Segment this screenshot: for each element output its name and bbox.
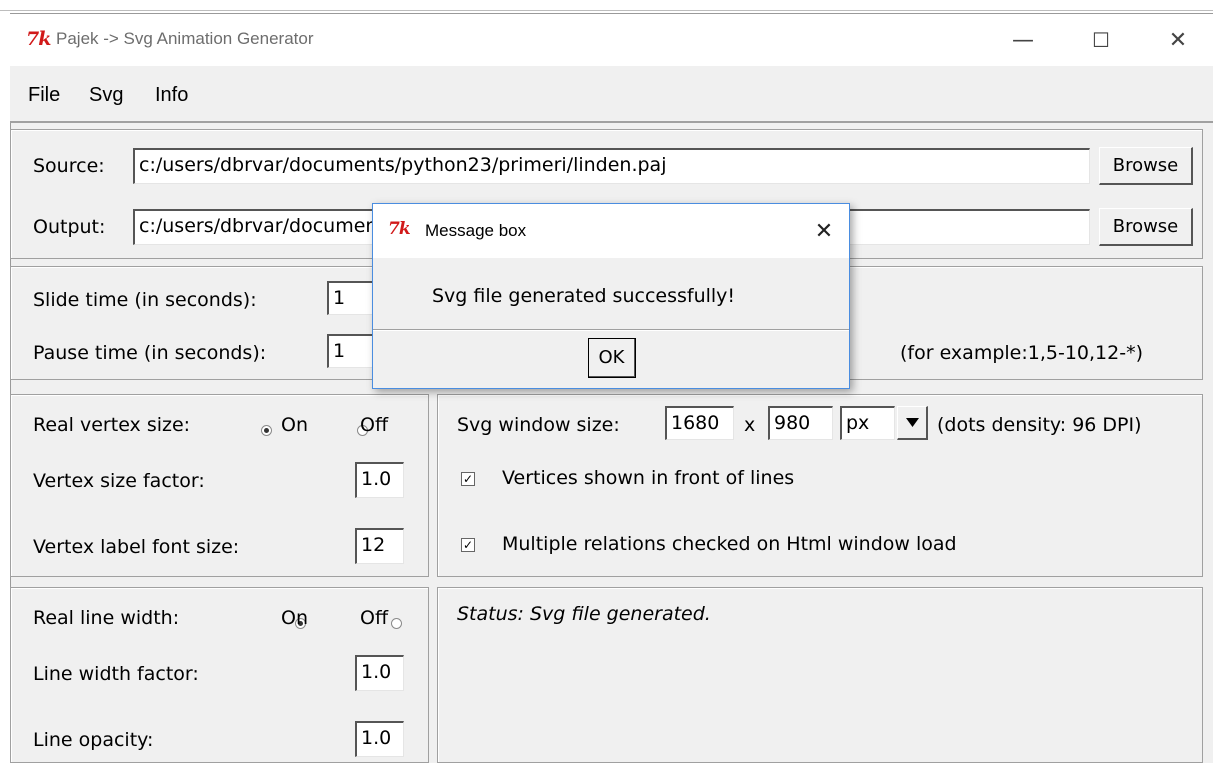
vertex-size-factor-input[interactable]: 1.0: [355, 462, 404, 498]
line-width-on-label: On: [281, 607, 308, 629]
vertex-font-size-input[interactable]: 12: [355, 528, 404, 564]
background-window-edge: [0, 0, 1213, 14]
tk-logo-icon: 7k: [26, 28, 51, 50]
svg-window-size-label: Svg window size:: [457, 414, 620, 436]
source-browse-button[interactable]: Browse: [1099, 147, 1193, 185]
vertex-size-factor-label: Vertex size factor:: [33, 470, 205, 492]
menu-info[interactable]: Info: [155, 84, 188, 107]
check-icon: ✓: [462, 538, 474, 552]
example-hint: (for example:1,5-10,12-*): [900, 342, 1143, 364]
vertex-font-size-label: Vertex label font size:: [33, 536, 240, 558]
source-input[interactable]: c:/users/dbrvar/documents/python23/prime…: [133, 148, 1090, 184]
vertex-size-on-radio[interactable]: [261, 425, 272, 436]
source-label: Source:: [33, 155, 105, 177]
menu-svg[interactable]: Svg: [89, 84, 123, 107]
check-icon: ✓: [462, 472, 474, 486]
dialog-message: Svg file generated successfully!: [432, 285, 736, 307]
maximize-icon: ☐: [1092, 28, 1110, 52]
chevron-down-icon: [905, 418, 919, 427]
maximize-button[interactable]: ☐: [1073, 14, 1129, 66]
vertex-size-off-label: Off: [360, 414, 389, 436]
size-separator: x: [744, 414, 756, 436]
multiple-relations-checkbox[interactable]: ✓: [461, 538, 475, 552]
vertices-front-label: Vertices shown in front of lines: [502, 467, 795, 489]
dialog-divider-highlight: [373, 330, 849, 331]
output-browse-button[interactable]: Browse: [1099, 208, 1193, 246]
close-button[interactable]: ✕: [1150, 14, 1206, 66]
ok-button[interactable]: OK: [588, 338, 636, 378]
line-width-off-label: Off: [360, 607, 389, 629]
line-width-factor-label: Line width factor:: [33, 663, 199, 685]
close-icon: ✕: [1168, 27, 1188, 53]
real-vertex-size-label: Real vertex size:: [33, 414, 191, 436]
menu-file[interactable]: File: [28, 84, 60, 107]
unit-select[interactable]: px: [840, 406, 895, 440]
menu-bar: [10, 66, 1213, 123]
slide-time-label: Slide time (in seconds):: [33, 289, 257, 311]
line-opacity-input[interactable]: 1.0: [355, 721, 404, 757]
pause-time-label: Pause time (in seconds):: [33, 342, 267, 364]
line-opacity-label: Line opacity:: [33, 729, 154, 751]
multiple-relations-label: Multiple relations checked on Html windo…: [502, 533, 957, 555]
vertices-front-checkbox[interactable]: ✓: [461, 472, 475, 486]
dialog-title: Message box: [425, 221, 527, 240]
status-text: Status: Svg file generated.: [457, 603, 711, 625]
line-width-factor-input[interactable]: 1.0: [355, 655, 404, 691]
window-title: Pajek -> Svg Animation Generator: [56, 29, 314, 48]
close-icon: ✕: [814, 218, 834, 244]
unit-dropdown-button[interactable]: [897, 406, 928, 440]
svg-height-input[interactable]: 980: [768, 406, 833, 440]
minimize-button[interactable]: —: [995, 14, 1051, 66]
dialog-close-button[interactable]: ✕: [796, 204, 852, 258]
svg-width-input[interactable]: 1680: [665, 406, 734, 440]
output-label: Output:: [33, 216, 106, 238]
dots-density-text: (dots density: 96 DPI): [937, 414, 1142, 436]
vertex-size-on-label: On: [281, 414, 308, 436]
minimize-icon: —: [1012, 27, 1034, 53]
dialog-tk-logo-icon: 7k: [388, 219, 411, 239]
real-line-width-label: Real line width:: [33, 607, 180, 629]
